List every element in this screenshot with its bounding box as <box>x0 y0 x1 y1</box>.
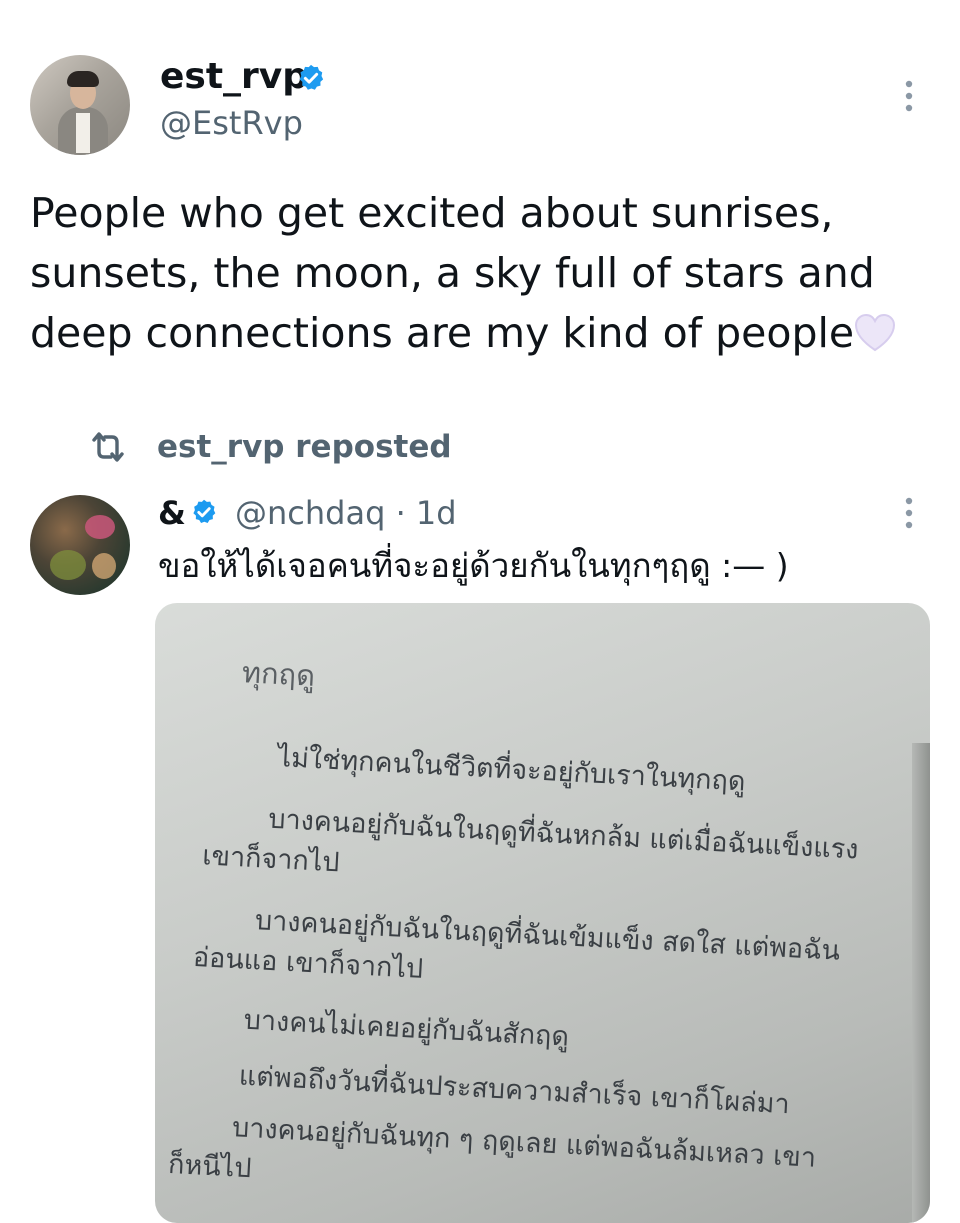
verified-badge-icon <box>299 64 324 90</box>
author-handle-timestamp[interactable]: @nchdaq · 1d <box>235 493 457 533</box>
more-vertical-icon[interactable] <box>895 495 923 531</box>
book-line: ไม่ใช่ทุกคนในชีวิตที่จะอยู่กับเราในทุกฤด… <box>276 742 747 798</box>
avatar-figure-shirt <box>76 113 90 153</box>
avatar-image-detail <box>50 550 86 580</box>
tweet-text-line: People who get excited about sunrises, <box>30 189 834 237</box>
book-line: บางคนไม่เคยอยู่กับฉันสักฤดู <box>243 1004 570 1053</box>
avatar-nchdaq[interactable] <box>30 495 130 595</box>
white-heart-emoji-icon <box>855 313 896 352</box>
tweet-text-line: deep connections are my kind of people <box>30 303 930 363</box>
repost-icon <box>92 432 124 462</box>
avatar-est-rvp[interactable] <box>30 55 130 155</box>
avatar-image-detail <box>92 553 116 579</box>
book-line: บางคนอยู่กับฉันในฤดูที่ฉันหกล้ม แต่เมื่อ… <box>267 803 860 866</box>
book-line: บางคนอยู่กับฉันทุก ๆ ฤดูเลย แต่พอฉันล้มเ… <box>231 1112 817 1174</box>
avatar-figure-hair <box>67 71 99 87</box>
author-name[interactable]: est_rvp <box>160 55 308 99</box>
tweet-text-line: sunsets, the moon, a sky full of stars a… <box>30 249 875 297</box>
tweet-text: People who get excited about sunrises, s… <box>30 183 930 363</box>
tweet-photo[interactable]: ทุกฤดู ไม่ใช่ทุกคนในชีวิตที่จะอยู่กับเรา… <box>155 603 930 1223</box>
book-page-title: ทุกฤดู <box>241 655 316 693</box>
book-page: ทุกฤดู ไม่ใช่ทุกคนในชีวิตที่จะอยู่กับเรา… <box>155 603 930 1223</box>
tweet-text-line-content: deep connections are my kind of people <box>30 309 855 357</box>
more-vertical-icon[interactable] <box>895 78 923 114</box>
book-line: แต่พอถึงวันที่ฉันประสบความสำเร็จ เขาก็โผ… <box>238 1060 791 1121</box>
book-line: อ่อนแอ เขาก็จากไป <box>192 941 424 985</box>
avatar-image-detail <box>85 515 115 539</box>
verified-badge-icon <box>193 499 216 523</box>
tweet-text: ขอให้ได้เจอคนที่จะอยู่ด้วยกันในทุกๆฤดู :… <box>158 546 789 585</box>
book-line: เขาก็จากไป <box>201 840 341 879</box>
author-name[interactable]: & <box>158 493 186 533</box>
author-handle[interactable]: @EstRvp <box>160 103 303 143</box>
repost-label[interactable]: est_rvp reposted <box>157 428 452 466</box>
book-line: ก็หนีไป <box>167 1148 253 1185</box>
